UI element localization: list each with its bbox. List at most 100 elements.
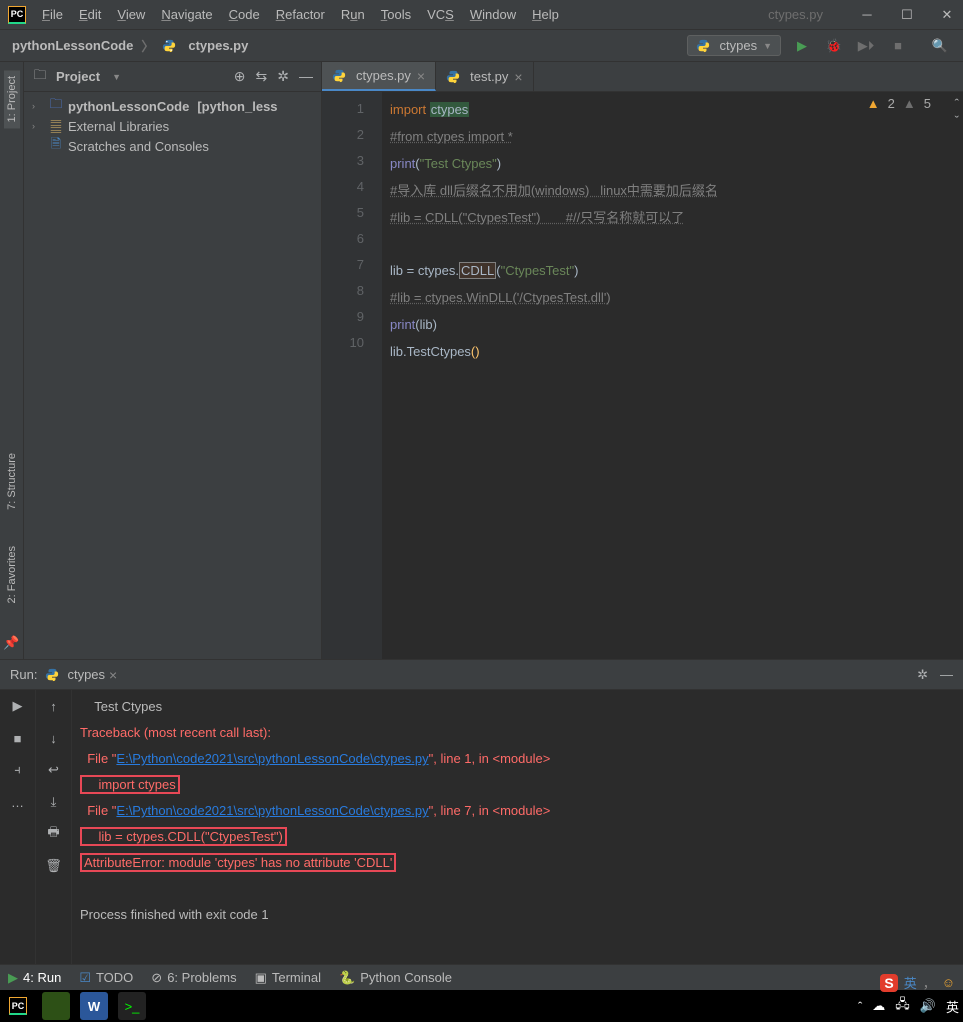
- project-panel-title[interactable]: Project: [56, 69, 100, 84]
- library-icon: 𝄛: [48, 118, 64, 134]
- close-tab-icon[interactable]: ×: [514, 69, 522, 85]
- project-tree: › 🗀 pythonLessonCode [python_less › 𝄛 Ex…: [24, 92, 321, 659]
- python-file-icon: [696, 39, 710, 53]
- fold-controls[interactable]: ˆˇ: [955, 96, 959, 128]
- weak-warning-count: 5: [924, 96, 931, 111]
- hide-panel-icon[interactable]: —: [940, 667, 953, 683]
- run-tool-window: Run: ctypes × ✲ — ▶ ■ ⫞ … ↑ ↓ ↩ ⤓ 🖶 🗑 Te…: [0, 659, 963, 964]
- editor-tab-ctypes[interactable]: ctypes.py ×: [322, 62, 436, 91]
- window-minimize-icon[interactable]: ─: [859, 7, 875, 23]
- todo-icon: ☑: [79, 970, 91, 986]
- console-output[interactable]: Test Ctypes Traceback (most recent call …: [72, 690, 963, 964]
- code-content[interactable]: import ctypes #from ctypes import * prin…: [382, 92, 963, 659]
- tree-scratches[interactable]: 🗎 Scratches and Consoles: [24, 136, 321, 156]
- inspection-summary[interactable]: ▲2 ▲5: [867, 96, 931, 111]
- tab-label: ctypes.py: [356, 68, 411, 83]
- bottom-pyconsole-tab[interactable]: 🐍Python Console: [339, 970, 452, 986]
- line-number: 2: [322, 122, 364, 148]
- ime-emoji-icon[interactable]: ☺: [942, 975, 955, 990]
- tree-root[interactable]: › 🗀 pythonLessonCode [python_less: [24, 96, 321, 116]
- window-maximize-icon[interactable]: ☐: [899, 7, 915, 23]
- tree-root-label: pythonLessonCode: [68, 99, 189, 114]
- menu-edit[interactable]: Edit: [79, 7, 101, 22]
- project-icon: 🗀: [32, 69, 48, 85]
- tray-volume-icon[interactable]: 🔊: [920, 998, 936, 1014]
- tray-arrow-icon[interactable]: ˆ: [858, 999, 862, 1014]
- coverage-button[interactable]: ▶⏵: [855, 35, 877, 57]
- editor-tab-test[interactable]: test.py ×: [436, 62, 533, 91]
- rerun-button[interactable]: ▶: [8, 696, 28, 716]
- project-tool-tab[interactable]: 1: Project: [4, 70, 20, 128]
- favorites-tool-tab[interactable]: 2: Favorites: [4, 540, 20, 609]
- tree-item-label: External Libraries: [68, 119, 169, 134]
- locate-icon[interactable]: ⊕: [234, 68, 246, 85]
- settings-gear-icon[interactable]: ✲: [917, 667, 928, 683]
- weak-warning-icon: ▲: [903, 96, 916, 111]
- up-stack-icon[interactable]: ↑: [44, 696, 64, 716]
- line-number: 4: [322, 174, 364, 200]
- menu-navigate[interactable]: Navigate: [161, 7, 212, 22]
- taskbar-pycharm-icon[interactable]: PC: [4, 992, 32, 1020]
- menu-tools[interactable]: Tools: [381, 7, 411, 22]
- dropdown-arrow-icon[interactable]: ▼: [112, 72, 121, 82]
- taskbar-app-icon[interactable]: [42, 992, 70, 1020]
- nav-bar: pythonLessonCode 〉 ctypes.py ctypes ▼ ▶ …: [0, 30, 963, 62]
- clear-icon[interactable]: 🗑: [44, 856, 64, 876]
- soft-wrap-icon[interactable]: ↩: [44, 760, 64, 780]
- bottom-problems-tab[interactable]: ⊘6: Problems: [151, 970, 236, 986]
- menu-view[interactable]: View: [117, 7, 145, 22]
- taskbar-terminal-icon[interactable]: >_: [118, 992, 146, 1020]
- chevron-right-icon[interactable]: ›: [32, 121, 44, 131]
- tray-network-icon[interactable]: 🖧: [895, 995, 910, 1017]
- titlebar: PC File Edit View Navigate Code Refactor…: [0, 0, 963, 30]
- search-button[interactable]: 🔍: [929, 35, 951, 57]
- print-icon[interactable]: 🖶: [44, 824, 64, 844]
- bottom-todo-tab[interactable]: ☑TODO: [79, 970, 133, 986]
- ellipsis-button[interactable]: …: [8, 792, 28, 812]
- dropdown-arrow-icon: ▼: [763, 41, 772, 51]
- chevron-right-icon[interactable]: ›: [32, 101, 44, 111]
- menu-vcs[interactable]: VCS: [427, 7, 454, 22]
- main-area: 1: Project 7: Structure 2: Favorites 📌 🗀…: [0, 62, 963, 659]
- collapse-panel-icon[interactable]: —: [299, 68, 313, 85]
- line-number: 6: [322, 226, 364, 252]
- close-tab-icon[interactable]: ×: [417, 68, 425, 84]
- layout-button[interactable]: ⫞: [8, 760, 28, 780]
- run-button[interactable]: ▶: [791, 35, 813, 57]
- menu-code[interactable]: Code: [229, 7, 260, 22]
- tray-ime-icon[interactable]: 英: [946, 997, 959, 1016]
- settings-gear-icon[interactable]: ✲: [277, 68, 289, 85]
- menu-run[interactable]: Run: [341, 7, 365, 22]
- run-tab-label: ctypes: [67, 667, 105, 682]
- close-tab-icon[interactable]: ×: [109, 667, 117, 683]
- structure-tool-tab[interactable]: 7: Structure: [4, 447, 20, 516]
- scroll-end-icon[interactable]: ⤓: [44, 792, 64, 812]
- line-gutter: 1 2 3 4 5 6 7 8 9 10: [322, 92, 382, 659]
- expand-icon[interactable]: ⇆: [256, 68, 268, 85]
- bottom-run-tab[interactable]: ▶4: Run: [8, 970, 61, 986]
- debug-button[interactable]: 🐞: [823, 35, 845, 57]
- run-header: Run: ctypes × ✲ —: [0, 660, 963, 690]
- editor-body[interactable]: 1 2 3 4 5 6 7 8 9 10 import ctypes #from…: [322, 92, 963, 659]
- tab-label: test.py: [470, 69, 508, 84]
- run-tab[interactable]: ctypes ×: [45, 667, 117, 683]
- bottom-terminal-tab[interactable]: ▣Terminal: [255, 970, 321, 986]
- tree-external-libs[interactable]: › 𝄛 External Libraries: [24, 116, 321, 136]
- breadcrumb-root[interactable]: pythonLessonCode: [12, 38, 133, 53]
- menu-file[interactable]: File: [42, 7, 63, 22]
- run-config-select[interactable]: ctypes ▼: [687, 35, 782, 56]
- python-icon: 🐍: [339, 970, 355, 986]
- tray-cloud-icon[interactable]: ☁: [872, 998, 885, 1014]
- taskbar-word-icon[interactable]: W: [80, 992, 108, 1020]
- window-close-icon[interactable]: ✕: [939, 7, 955, 23]
- run-body: ▶ ■ ⫞ … ↑ ↓ ↩ ⤓ 🖶 🗑 Test Ctypes Tracebac…: [0, 690, 963, 964]
- ime-indicator[interactable]: S 英 ， ☺: [878, 971, 957, 994]
- warning-count: 2: [888, 96, 895, 111]
- down-stack-icon[interactable]: ↓: [44, 728, 64, 748]
- breadcrumb-file[interactable]: ctypes.py: [188, 38, 248, 53]
- left-gutter: 1: Project 7: Structure 2: Favorites 📌: [0, 62, 24, 659]
- menu-help[interactable]: Help: [532, 7, 559, 22]
- menu-refactor[interactable]: Refactor: [276, 7, 325, 22]
- menu-window[interactable]: Window: [470, 7, 516, 22]
- pin-icon[interactable]: 📌: [2, 633, 22, 653]
